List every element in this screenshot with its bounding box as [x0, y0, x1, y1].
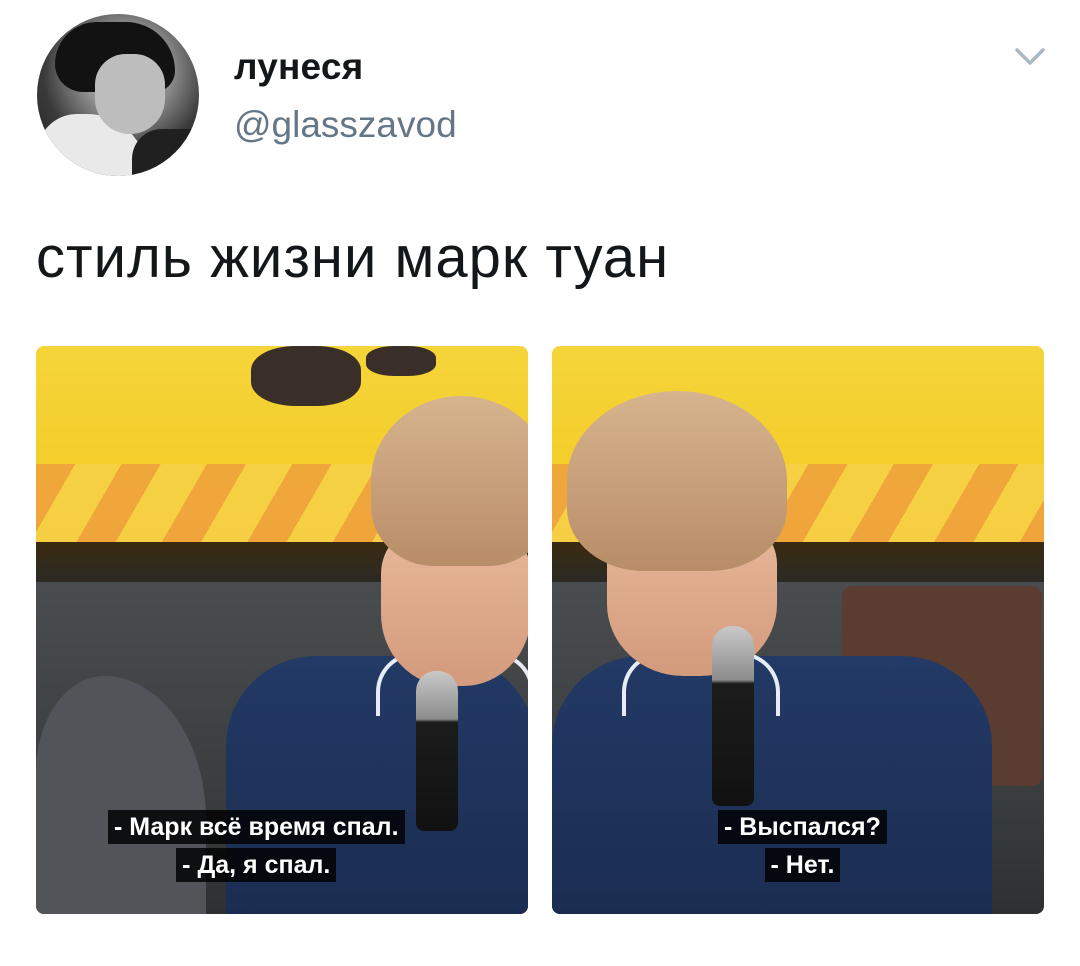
tweet-text: стиль жизни марк туан	[36, 225, 670, 290]
author-handle[interactable]: @glasszavod	[234, 104, 457, 146]
author-display-name[interactable]: лунеся	[234, 46, 363, 88]
subtitles: - Выспался? - Нет.	[718, 810, 887, 886]
subtitle-line: - Да, я спал.	[176, 848, 337, 882]
tweet-photo-1[interactable]: - Марк всё время спал. - Да, я спал.	[36, 346, 528, 914]
subtitle-line: - Марк всё время спал.	[108, 810, 405, 844]
subtitles: - Марк всё время спал. - Да, я спал.	[108, 810, 405, 886]
screen-shape	[251, 346, 361, 406]
subtitle-line: - Выспался?	[718, 810, 887, 844]
microphone	[712, 626, 754, 806]
subtitle-line: - Нет.	[764, 848, 841, 882]
screen-shape	[366, 346, 436, 376]
chevron-down-icon[interactable]	[1014, 46, 1046, 68]
avatar-face	[95, 54, 165, 134]
author-avatar[interactable]	[37, 14, 199, 176]
microphone	[416, 671, 458, 831]
avatar-coat	[132, 129, 199, 176]
person-hair	[567, 391, 787, 571]
tweet-photo-2[interactable]: - Выспался? - Нет.	[552, 346, 1044, 914]
